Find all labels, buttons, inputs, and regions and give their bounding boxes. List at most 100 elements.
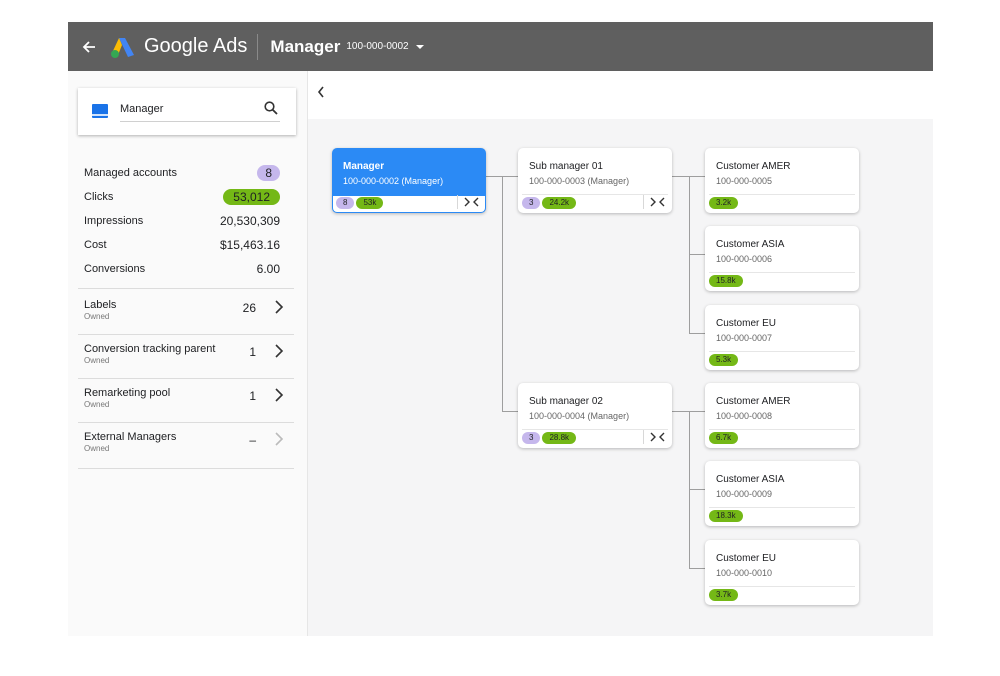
stat-value: 8	[257, 165, 280, 181]
account-card-name: Manager	[343, 161, 385, 172]
divider	[78, 334, 294, 335]
divider	[78, 288, 294, 289]
account-card-id: 100-000-0003 (Manager)	[529, 176, 630, 186]
stat-value: $15,463.16	[219, 238, 280, 252]
chevron-left-icon	[317, 86, 324, 98]
account-search-card	[78, 88, 296, 135]
stat-label: Cost	[84, 239, 107, 251]
account-card-name: Customer AMER	[716, 396, 791, 407]
account-card-id: 100-000-0004 (Manager)	[529, 411, 630, 421]
connector-line	[689, 333, 705, 334]
back-button[interactable]	[70, 22, 108, 71]
top-app-bar: Google Ads Manager 100-000-0002	[68, 22, 933, 71]
property-name: Conversion tracking parent	[84, 343, 216, 355]
divider	[709, 586, 855, 587]
divider	[709, 429, 855, 430]
account-card-id: 100-000-0006	[716, 254, 773, 264]
account-search-input[interactable]	[120, 96, 280, 122]
property-row-conversion-tracking[interactable]: Conversion tracking parent Owned 1	[84, 339, 284, 379]
clicks-badge: 6.7k	[709, 432, 739, 444]
property-value: 26	[242, 301, 256, 315]
account-card-name: Sub manager 02	[529, 396, 603, 407]
account-card-customer[interactable]: Customer AMER 100-000-0008 6.7k	[705, 383, 859, 448]
search-icon[interactable]	[264, 101, 278, 115]
account-card-customer[interactable]: Customer EU 100-000-0010 3.7k	[705, 540, 859, 605]
account-card-badges: 6.7k	[709, 432, 739, 444]
account-name[interactable]: Manager	[270, 37, 340, 57]
divider	[709, 351, 855, 352]
stat-label: Clicks	[84, 191, 114, 203]
property-owner: Owned	[84, 312, 110, 321]
divider	[457, 195, 458, 209]
property-row-labels[interactable]: Labels Owned 26	[84, 295, 284, 335]
account-card-manager[interactable]: Manager 100-000-0002 (Manager) 8 53k	[332, 148, 486, 213]
property-value: 1	[249, 389, 256, 403]
stat-row: Impressions 20,530,309	[84, 209, 280, 233]
account-card-badges: 3 24.2k	[522, 197, 577, 209]
account-card-sub-manager-02[interactable]: Sub manager 02 100-000-0004 (Manager) 3 …	[518, 383, 672, 448]
stat-value: 20,530,309	[219, 214, 280, 228]
chevron-right-icon[interactable]	[274, 431, 284, 447]
divider	[709, 194, 855, 195]
property-row-remarketing-pool[interactable]: Remarketing pool Owned 1	[84, 383, 284, 423]
property-value: 1	[249, 345, 256, 359]
divider	[709, 507, 855, 508]
connector-line	[502, 411, 518, 412]
account-card-badges: 15.8k	[709, 275, 743, 287]
account-stats: Managed accounts 8 Clicks 53,012 Impress…	[84, 161, 280, 281]
stat-label: Managed accounts	[84, 167, 177, 179]
account-card-name: Customer EU	[716, 318, 777, 329]
account-card-badges: 18.3k	[709, 510, 743, 522]
account-card-nav	[457, 194, 480, 210]
clicks-badge: 24.2k	[542, 197, 577, 209]
stat-row: Managed accounts 8	[84, 161, 280, 185]
account-card-badges: 5.3k	[709, 354, 739, 366]
divider	[643, 430, 644, 444]
property-name: External Managers	[84, 431, 177, 443]
account-card-nav	[643, 194, 666, 210]
stat-label: Conversions	[84, 263, 146, 275]
account-card-badges: 3.7k	[709, 589, 739, 601]
canvas-toolbar	[334, 71, 933, 119]
account-id[interactable]: 100-000-0002	[346, 41, 408, 52]
account-card-id: 100-000-0008	[716, 411, 773, 421]
chevron-right-icon[interactable]	[274, 343, 284, 359]
account-card-sub-manager-01[interactable]: Sub manager 01 100-000-0003 (Manager) 3 …	[518, 148, 672, 213]
account-dropdown-icon[interactable]	[415, 44, 424, 50]
expand-icon[interactable]	[464, 197, 480, 207]
brand-name: Google Ads	[144, 35, 248, 57]
topbar-divider	[257, 33, 259, 60]
divider	[643, 195, 644, 209]
account-card-name: Customer ASIA	[716, 474, 785, 485]
clicks-badge: 15.8k	[709, 275, 743, 287]
account-card-badges: 3 28.8k	[522, 432, 577, 444]
managed-count-badge: 3	[522, 432, 541, 444]
divider	[78, 468, 294, 469]
expand-icon[interactable]	[650, 432, 666, 442]
clicks-badge: 18.3k	[709, 510, 743, 522]
account-card-customer[interactable]: Customer EU 100-000-0007 5.3k	[705, 305, 859, 370]
property-owner: Owned	[84, 356, 110, 365]
account-card-id: 100-000-0002 (Manager)	[343, 176, 444, 186]
account-card-customer[interactable]: Customer ASIA 100-000-0009 18.3k	[705, 461, 859, 526]
account-card-customer[interactable]: Customer ASIA 100-000-0006 15.8k	[705, 226, 859, 291]
divider	[78, 378, 294, 379]
stat-row: Clicks 53,012	[84, 185, 280, 209]
account-card-customer[interactable]: Customer AMER 100-000-0005 3.2k	[705, 148, 859, 213]
managed-count-badge: 8	[336, 197, 355, 209]
clicks-badge: 5.3k	[709, 354, 739, 366]
chevron-right-icon[interactable]	[274, 299, 284, 315]
account-card-id: 100-000-0009	[716, 489, 773, 499]
expand-icon[interactable]	[650, 197, 666, 207]
clicks-badge: 3.7k	[709, 589, 739, 601]
collapse-panel-button[interactable]	[308, 71, 334, 119]
clicks-badge: 53k	[356, 197, 384, 209]
property-owner: Owned	[84, 400, 110, 409]
property-row-external-managers[interactable]: External Managers Owned –	[84, 427, 284, 467]
account-card-badges: 8 53k	[336, 197, 384, 209]
account-icon	[92, 104, 108, 118]
chevron-right-icon[interactable]	[274, 387, 284, 403]
divider	[709, 272, 855, 273]
stat-value: 6.00	[256, 262, 280, 276]
account-card-id: 100-000-0005	[716, 176, 773, 186]
